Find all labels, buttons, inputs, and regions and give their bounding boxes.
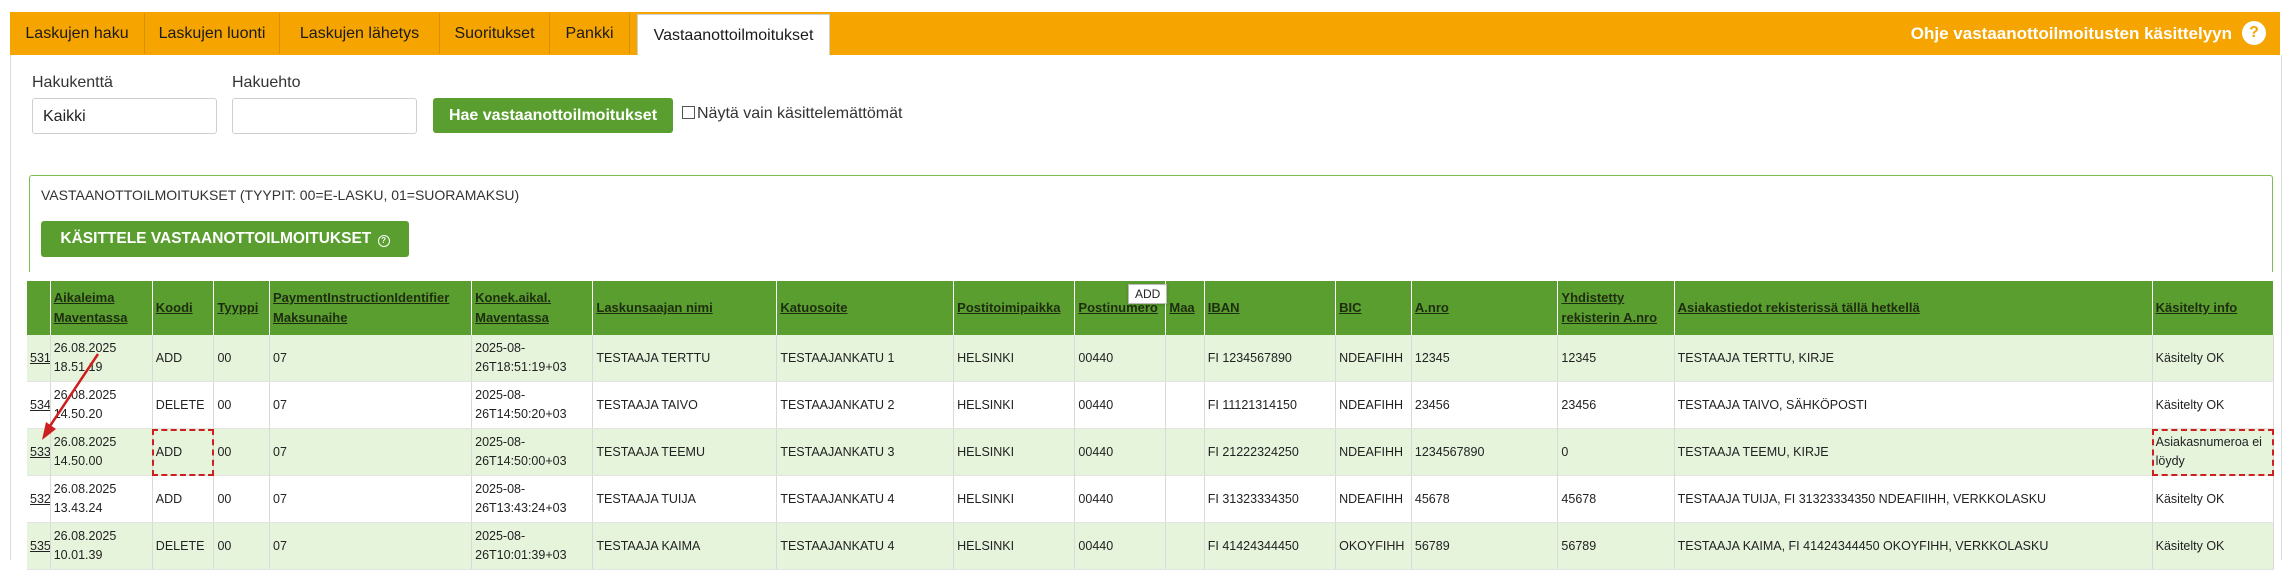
app-frame: Laskujen haku Laskujen luonti Laskujen l… <box>10 12 2282 570</box>
annotation-arrow-icon <box>42 353 100 440</box>
